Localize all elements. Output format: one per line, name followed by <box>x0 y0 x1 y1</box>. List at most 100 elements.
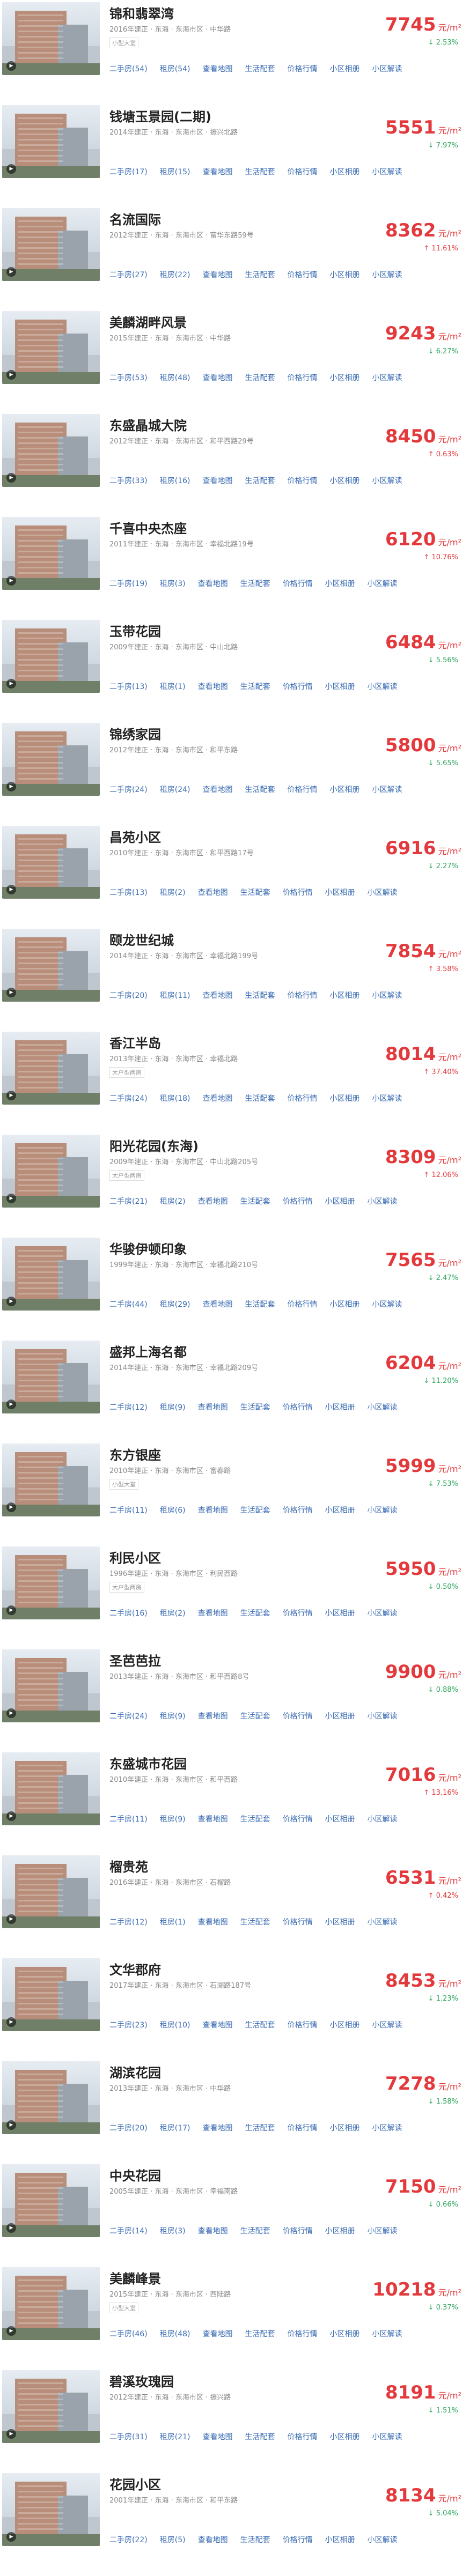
video-play-icon[interactable]: ▶ <box>6 473 16 483</box>
community-name[interactable]: 香江半岛 <box>109 1033 161 1052</box>
map-link[interactable]: 查看地图 <box>198 889 228 897</box>
analysis-link[interactable]: 小区解读 <box>372 2433 402 2441</box>
community-name[interactable]: 文华郡府 <box>109 1959 161 1978</box>
analysis-link[interactable]: 小区解读 <box>368 1712 398 1721</box>
community-item[interactable]: ▶ 锦绣家园 2012年建正 · 东海 · 东海市区 · 和平东路 二手房(24… <box>0 721 470 824</box>
community-name[interactable]: 玉带花园 <box>109 621 161 640</box>
community-name[interactable]: 锦和翡翠湾 <box>109 3 174 22</box>
map-link[interactable]: 查看地图 <box>203 2330 233 2338</box>
video-play-icon[interactable]: ▶ <box>6 679 16 689</box>
community-item[interactable]: ▶ 盛邦上海名都 2014年建正 · 东海 · 东海市区 · 幸福北路209号 … <box>0 1338 470 1441</box>
price-trend-link[interactable]: 价格行情 <box>283 2227 313 2236</box>
rent-link[interactable]: 租房(3) <box>160 580 186 588</box>
community-name[interactable]: 碧溪玫瑰园 <box>109 2371 174 2390</box>
community-name[interactable]: 美麟峰景 <box>109 2268 161 2287</box>
price-trend-link[interactable]: 价格行情 <box>283 1197 313 1206</box>
price-trend-link[interactable]: 价格行情 <box>288 374 318 382</box>
amenities-link[interactable]: 生活配套 <box>245 786 275 794</box>
album-link[interactable]: 小区相册 <box>325 1197 355 1206</box>
community-photo[interactable]: ▶ <box>2 1958 100 2031</box>
community-name[interactable]: 湖滨花园 <box>109 2062 161 2081</box>
price-trend-link[interactable]: 价格行情 <box>283 1918 313 1927</box>
community-name[interactable]: 阳光花园(东海) <box>109 1136 199 1154</box>
secondhand-link[interactable]: 二手房(17) <box>109 168 148 176</box>
secondhand-link[interactable]: 二手房(27) <box>109 271 148 279</box>
analysis-link[interactable]: 小区解读 <box>368 2227 398 2236</box>
analysis-link[interactable]: 小区解读 <box>368 580 398 588</box>
album-link[interactable]: 小区相册 <box>330 65 360 73</box>
community-photo[interactable]: ▶ <box>2 1649 100 1722</box>
map-link[interactable]: 查看地图 <box>198 1712 228 1721</box>
community-photo[interactable]: ▶ <box>2 414 100 487</box>
video-play-icon[interactable]: ▶ <box>6 2429 16 2439</box>
amenities-link[interactable]: 生活配套 <box>240 683 270 691</box>
community-name[interactable]: 圣芭芭拉 <box>109 1650 161 1669</box>
album-link[interactable]: 小区相册 <box>325 889 355 897</box>
analysis-link[interactable]: 小区解读 <box>368 889 398 897</box>
album-link[interactable]: 小区相册 <box>330 786 360 794</box>
rent-link[interactable]: 租房(1) <box>160 683 186 691</box>
amenities-link[interactable]: 生活配套 <box>240 580 270 588</box>
map-link[interactable]: 查看地图 <box>198 683 228 691</box>
secondhand-link[interactable]: 二手房(33) <box>109 477 148 485</box>
amenities-link[interactable]: 生活配套 <box>240 2227 270 2236</box>
analysis-link[interactable]: 小区解读 <box>368 1815 398 1824</box>
album-link[interactable]: 小区相册 <box>325 2227 355 2236</box>
album-link[interactable]: 小区相册 <box>330 168 360 176</box>
amenities-link[interactable]: 生活配套 <box>245 2021 275 2030</box>
analysis-link[interactable]: 小区解读 <box>368 1197 398 1206</box>
album-link[interactable]: 小区相册 <box>325 1403 355 1412</box>
secondhand-link[interactable]: 二手房(11) <box>109 1815 148 1824</box>
rent-link[interactable]: 租房(18) <box>160 1094 190 1103</box>
community-photo[interactable]: ▶ <box>2 517 100 590</box>
album-link[interactable]: 小区相册 <box>325 1815 355 1824</box>
album-link[interactable]: 小区相册 <box>330 2021 360 2030</box>
community-item[interactable]: ▶ 华骏伊顿印象 1999年建正 · 东海 · 东海市区 · 幸福北路210号 … <box>0 1235 470 1338</box>
community-item[interactable]: ▶ 昌苑小区 2010年建正 · 东海 · 东海市区 · 和平西路17号 二手房… <box>0 824 470 927</box>
community-name[interactable]: 美麟湖畔风景 <box>109 312 187 331</box>
analysis-link[interactable]: 小区解读 <box>372 991 402 1000</box>
amenities-link[interactable]: 生活配套 <box>245 168 275 176</box>
community-name[interactable]: 华骏伊顿印象 <box>109 1239 187 1257</box>
amenities-link[interactable]: 生活配套 <box>245 2330 275 2338</box>
community-photo[interactable]: ▶ <box>2 1238 100 1311</box>
analysis-link[interactable]: 小区解读 <box>368 1609 398 1618</box>
community-photo[interactable]: ▶ <box>2 2164 100 2237</box>
rent-link[interactable]: 租房(9) <box>160 1712 186 1721</box>
secondhand-link[interactable]: 二手房(11) <box>109 1506 148 1515</box>
video-play-icon[interactable]: ▶ <box>6 988 16 997</box>
amenities-link[interactable]: 生活配套 <box>240 1609 270 1618</box>
community-name[interactable]: 中央花园 <box>109 2165 161 2184</box>
amenities-link[interactable]: 生活配套 <box>240 1712 270 1721</box>
video-play-icon[interactable]: ▶ <box>6 576 16 586</box>
community-item[interactable]: ▶ 阳光花园(东海) 2009年建正 · 东海 · 东海市区 · 中山北路205… <box>0 1132 470 1235</box>
analysis-link[interactable]: 小区解读 <box>372 786 402 794</box>
community-item[interactable]: ▶ 钱塘玉景园(二期) 2014年建正 · 东海 · 东海市区 · 振兴北路 二… <box>0 103 470 206</box>
price-trend-link[interactable]: 价格行情 <box>288 477 318 485</box>
amenities-link[interactable]: 生活配套 <box>245 374 275 382</box>
rent-link[interactable]: 租房(2) <box>160 889 186 897</box>
price-trend-link[interactable]: 价格行情 <box>288 2124 318 2133</box>
community-item[interactable]: ▶ 中央花园 2005年建正 · 东海 · 东海市区 · 幸福南路 二手房(14… <box>0 2162 470 2265</box>
video-play-icon[interactable]: ▶ <box>6 1194 16 1203</box>
video-play-icon[interactable]: ▶ <box>6 2326 16 2336</box>
map-link[interactable]: 查看地图 <box>203 1300 233 1309</box>
video-play-icon[interactable]: ▶ <box>6 1297 16 1306</box>
secondhand-link[interactable]: 二手房(22) <box>109 2536 148 2544</box>
secondhand-link[interactable]: 二手房(23) <box>109 2021 148 2030</box>
community-photo[interactable]: ▶ <box>2 929 100 1002</box>
album-link[interactable]: 小区相册 <box>325 683 355 691</box>
community-name[interactable]: 颐龙世纪城 <box>109 930 174 949</box>
map-link[interactable]: 查看地图 <box>203 374 233 382</box>
community-name[interactable]: 千喜中央杰座 <box>109 518 187 537</box>
community-photo[interactable]: ▶ <box>2 2267 100 2340</box>
secondhand-link[interactable]: 二手房(16) <box>109 1609 148 1618</box>
analysis-link[interactable]: 小区解读 <box>368 1506 398 1515</box>
secondhand-link[interactable]: 二手房(20) <box>109 2124 148 2133</box>
video-play-icon[interactable]: ▶ <box>6 1914 16 1924</box>
community-photo[interactable]: ▶ <box>2 1135 100 1208</box>
community-name[interactable]: 昌苑小区 <box>109 827 161 846</box>
amenities-link[interactable]: 生活配套 <box>240 1197 270 1206</box>
price-trend-link[interactable]: 价格行情 <box>283 1712 313 1721</box>
map-link[interactable]: 查看地图 <box>198 1609 228 1618</box>
